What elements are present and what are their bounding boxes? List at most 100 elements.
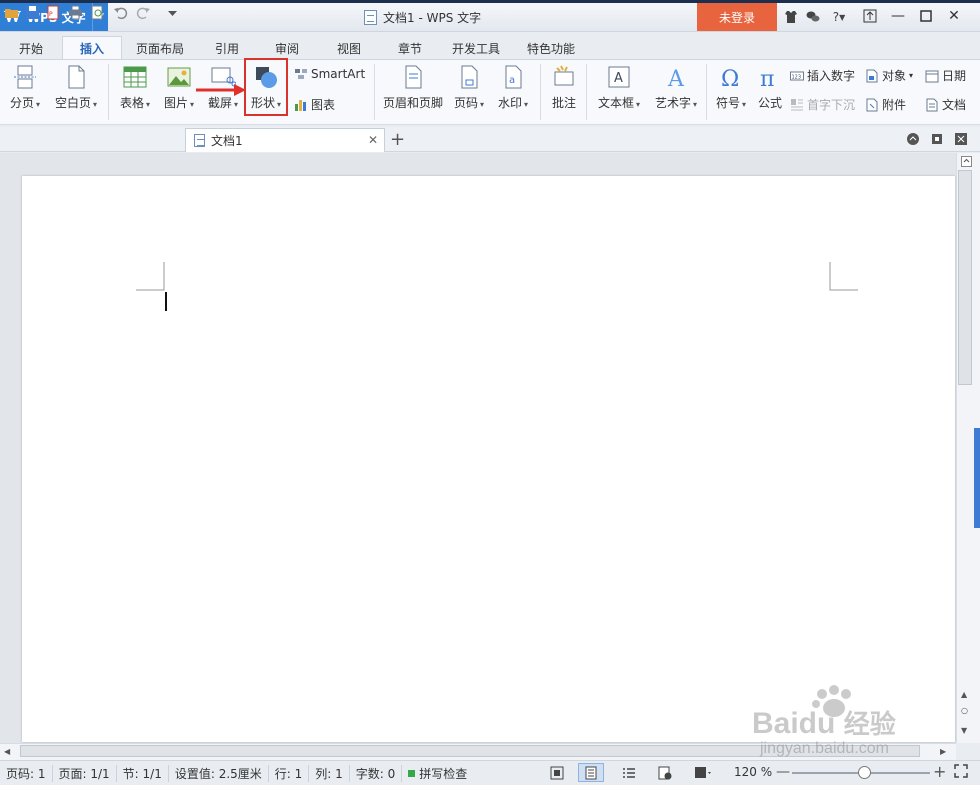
spell-check-toggle[interactable]: 拼写检查 [402,765,473,782]
table-button[interactable]: 表格 ▾ [116,64,154,111]
close-tab-icon[interactable]: ✕ [368,133,378,147]
outline-view-icon[interactable] [616,763,642,782]
title-tools: ? ▼ [780,6,854,28]
document-tab[interactable]: 文档1 ✕ [185,128,385,152]
blank-page-icon [68,65,85,89]
wordart-label: 艺术字 [654,96,691,110]
vertical-scroll-thumb[interactable] [958,170,972,385]
picture-button[interactable]: 图片 ▾ [160,64,198,111]
insert-number-label: 插入数字 [807,69,856,83]
svg-text:a: a [509,75,515,86]
document-label: 文档 [942,98,967,112]
scroll-left-icon[interactable]: ◀ [4,747,10,756]
page-view-icon[interactable] [578,763,604,782]
tab-start[interactable]: 开始 [0,36,62,60]
tab-special[interactable]: 特色功能 [512,36,590,60]
close-document-icon[interactable] [954,132,968,146]
comment-label: 批注 [551,96,576,110]
save-icon[interactable] [25,5,40,20]
tab-chapter[interactable]: 章节 [380,36,440,60]
attachment-label: 附件 [882,98,907,112]
tab-references[interactable]: 引用 [198,36,256,60]
ruler-toggle-icon[interactable] [961,156,972,169]
print-preview-icon[interactable] [90,5,105,20]
status-col[interactable]: 列: 1 [309,764,350,782]
restore-icon[interactable] [930,132,944,146]
new-tab-button[interactable]: + [390,129,405,150]
tab-view[interactable]: 视图 [318,36,380,60]
document-tab-label: 文档1 [211,134,243,148]
tab-developer[interactable]: 开发工具 [440,36,512,60]
insert-number-button[interactable]: 123 插入数字 [790,67,855,84]
page-break-button[interactable]: 分页 ▾ [6,64,44,111]
header-footer-icon [405,65,422,89]
status-page[interactable]: 页码: 1 [0,764,53,782]
status-row[interactable]: 行: 1 [269,764,310,782]
tab-insert[interactable]: 插入 [62,36,122,60]
status-setting[interactable]: 设置值: 2.5厘米 [169,764,269,782]
drop-cap-icon [791,98,803,110]
minimize-icon[interactable]: — [884,4,912,28]
skin-icon[interactable] [780,6,802,28]
status-words[interactable]: 字数: 0 [350,764,403,782]
maximize-icon[interactable] [912,4,940,28]
print-icon[interactable] [68,5,83,20]
document-page[interactable] [22,176,955,742]
upload-icon[interactable] [856,4,884,28]
object-button[interactable]: 对象 ▾ [865,67,913,84]
attachment-button[interactable]: 附件 [865,96,906,113]
page-break-icon [14,65,36,89]
blank-page-button[interactable]: 空白页 ▾ [50,64,102,111]
separator [540,64,541,120]
zoom-slider-handle[interactable] [858,766,871,779]
wordart-button[interactable]: A 艺术字 ▾ [651,64,701,111]
document-icon [194,134,205,147]
page-number-button[interactable]: 页码 ▾ [450,64,488,111]
symbol-button[interactable]: Ω 符号 ▾ [712,64,750,111]
tab-review[interactable]: 审阅 [256,36,318,60]
web-view-icon[interactable] [652,763,678,782]
blank-page-label: 空白页 [54,96,91,110]
watermark-button[interactable]: a 水印 ▾ [494,64,532,111]
customize-dropdown-icon[interactable] [165,5,180,20]
chart-button[interactable]: 图表 [294,96,335,113]
margin-mark-top-left [136,262,165,291]
document-button[interactable]: 文档 [925,96,966,113]
tab-page-layout[interactable]: 页面布局 [122,36,198,60]
table-icon [123,66,147,88]
menu-tabs: 开始 插入 页面布局 引用 审阅 视图 章节 开发工具 特色功能 [0,36,590,60]
next-page-icon[interactable]: ▼ [961,726,967,735]
collapse-ribbon-icon[interactable] [906,132,920,146]
open-folder-icon[interactable] [4,5,19,20]
zoom-out-icon[interactable]: — [776,764,790,780]
smartart-button[interactable]: SmartArt [294,67,365,81]
textbox-button[interactable]: A 文本框 ▾ [594,64,644,111]
close-icon[interactable]: ✕ [940,4,968,28]
header-footer-button[interactable]: 页眉和页脚 [382,64,444,111]
status-section[interactable]: 节: 1/1 [117,764,169,782]
zoom-level[interactable]: 120 % [734,765,772,779]
date-button[interactable]: 日期 [925,67,966,84]
full-screen-icon[interactable] [544,763,570,782]
reading-mode-icon[interactable] [690,763,716,782]
page-number-label: 页码 [453,96,478,110]
select-browse-object-icon[interactable]: ○ [961,706,968,715]
export-pdf-icon[interactable]: P [46,5,61,20]
object-label: 对象 [882,69,907,83]
login-button[interactable]: 未登录 [697,3,777,31]
fit-page-icon[interactable] [954,764,968,780]
number-icon: 123 [790,71,804,80]
redo-icon[interactable] [136,5,151,20]
chat-icon[interactable] [802,6,824,28]
drop-cap-button[interactable]: 首字下沉 [790,96,855,113]
help-icon[interactable]: ? ▼ [824,6,854,28]
undo-icon[interactable] [113,5,128,20]
zoom-in-icon[interactable]: + [933,762,946,781]
previous-page-icon[interactable]: ▲ [961,690,967,699]
watermark-url: jingyan.baidu.com [760,740,889,757]
formula-button[interactable]: π 公式 [755,64,785,111]
comment-button[interactable]: 批注 [548,64,580,111]
status-pages[interactable]: 页面: 1/1 [53,764,117,782]
side-panel-tab[interactable] [974,428,980,528]
calendar-icon [925,70,939,82]
